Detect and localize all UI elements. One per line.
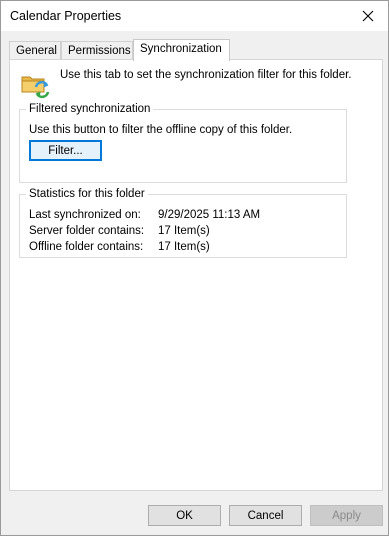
ok-button[interactable]: OK xyxy=(148,505,221,526)
tab-synchronization-label: Synchronization xyxy=(140,43,222,55)
offline-folder-value: 17 Item(s) xyxy=(158,241,210,253)
server-folder-label: Server folder contains: xyxy=(29,225,145,237)
tab-strip: General Permissions Synchronization xyxy=(9,39,383,61)
window-title: Calendar Properties xyxy=(10,9,122,23)
tab-general-label: General xyxy=(16,45,57,57)
tab-general[interactable]: General xyxy=(9,41,61,60)
apply-button-label: Apply xyxy=(332,509,361,522)
cancel-button[interactable]: Cancel xyxy=(229,505,302,526)
last-synchronized-label: Last synchronized on: xyxy=(29,209,141,221)
ok-button-label: OK xyxy=(176,509,193,522)
statistics-title: Statistics for this folder xyxy=(26,187,148,201)
tab-synchronization[interactable]: Synchronization xyxy=(133,39,230,61)
properties-dialog: Calendar Properties General Permissions … xyxy=(0,0,389,536)
tab-permissions[interactable]: Permissions xyxy=(61,41,133,60)
statistics-group: Statistics for this folder Last synchron… xyxy=(19,187,347,258)
filtered-sync-title: Filtered synchronization xyxy=(26,102,154,116)
offline-folder-label: Offline folder contains: xyxy=(29,241,144,253)
apply-button[interactable]: Apply xyxy=(310,505,383,526)
intro-text: Use this tab to set the synchronization … xyxy=(60,69,352,81)
close-icon xyxy=(362,10,374,22)
filtered-sync-group: Filtered synchronization Use this button… xyxy=(19,102,347,183)
tab-permissions-label: Permissions xyxy=(68,45,131,57)
close-button[interactable] xyxy=(348,1,388,31)
cancel-button-label: Cancel xyxy=(247,509,284,522)
sync-folder-icon xyxy=(20,68,52,100)
last-synchronized-value: 9/29/2025 11:13 AM xyxy=(158,209,261,221)
title-bar: Calendar Properties xyxy=(1,1,388,31)
server-folder-value: 17 Item(s) xyxy=(158,225,210,237)
filter-button-label: Filter... xyxy=(48,144,83,157)
synchronization-panel: Use this tab to set the synchronization … xyxy=(9,59,383,491)
filter-button[interactable]: Filter... xyxy=(29,140,102,161)
filtered-sync-description: Use this button to filter the offline co… xyxy=(29,124,293,136)
